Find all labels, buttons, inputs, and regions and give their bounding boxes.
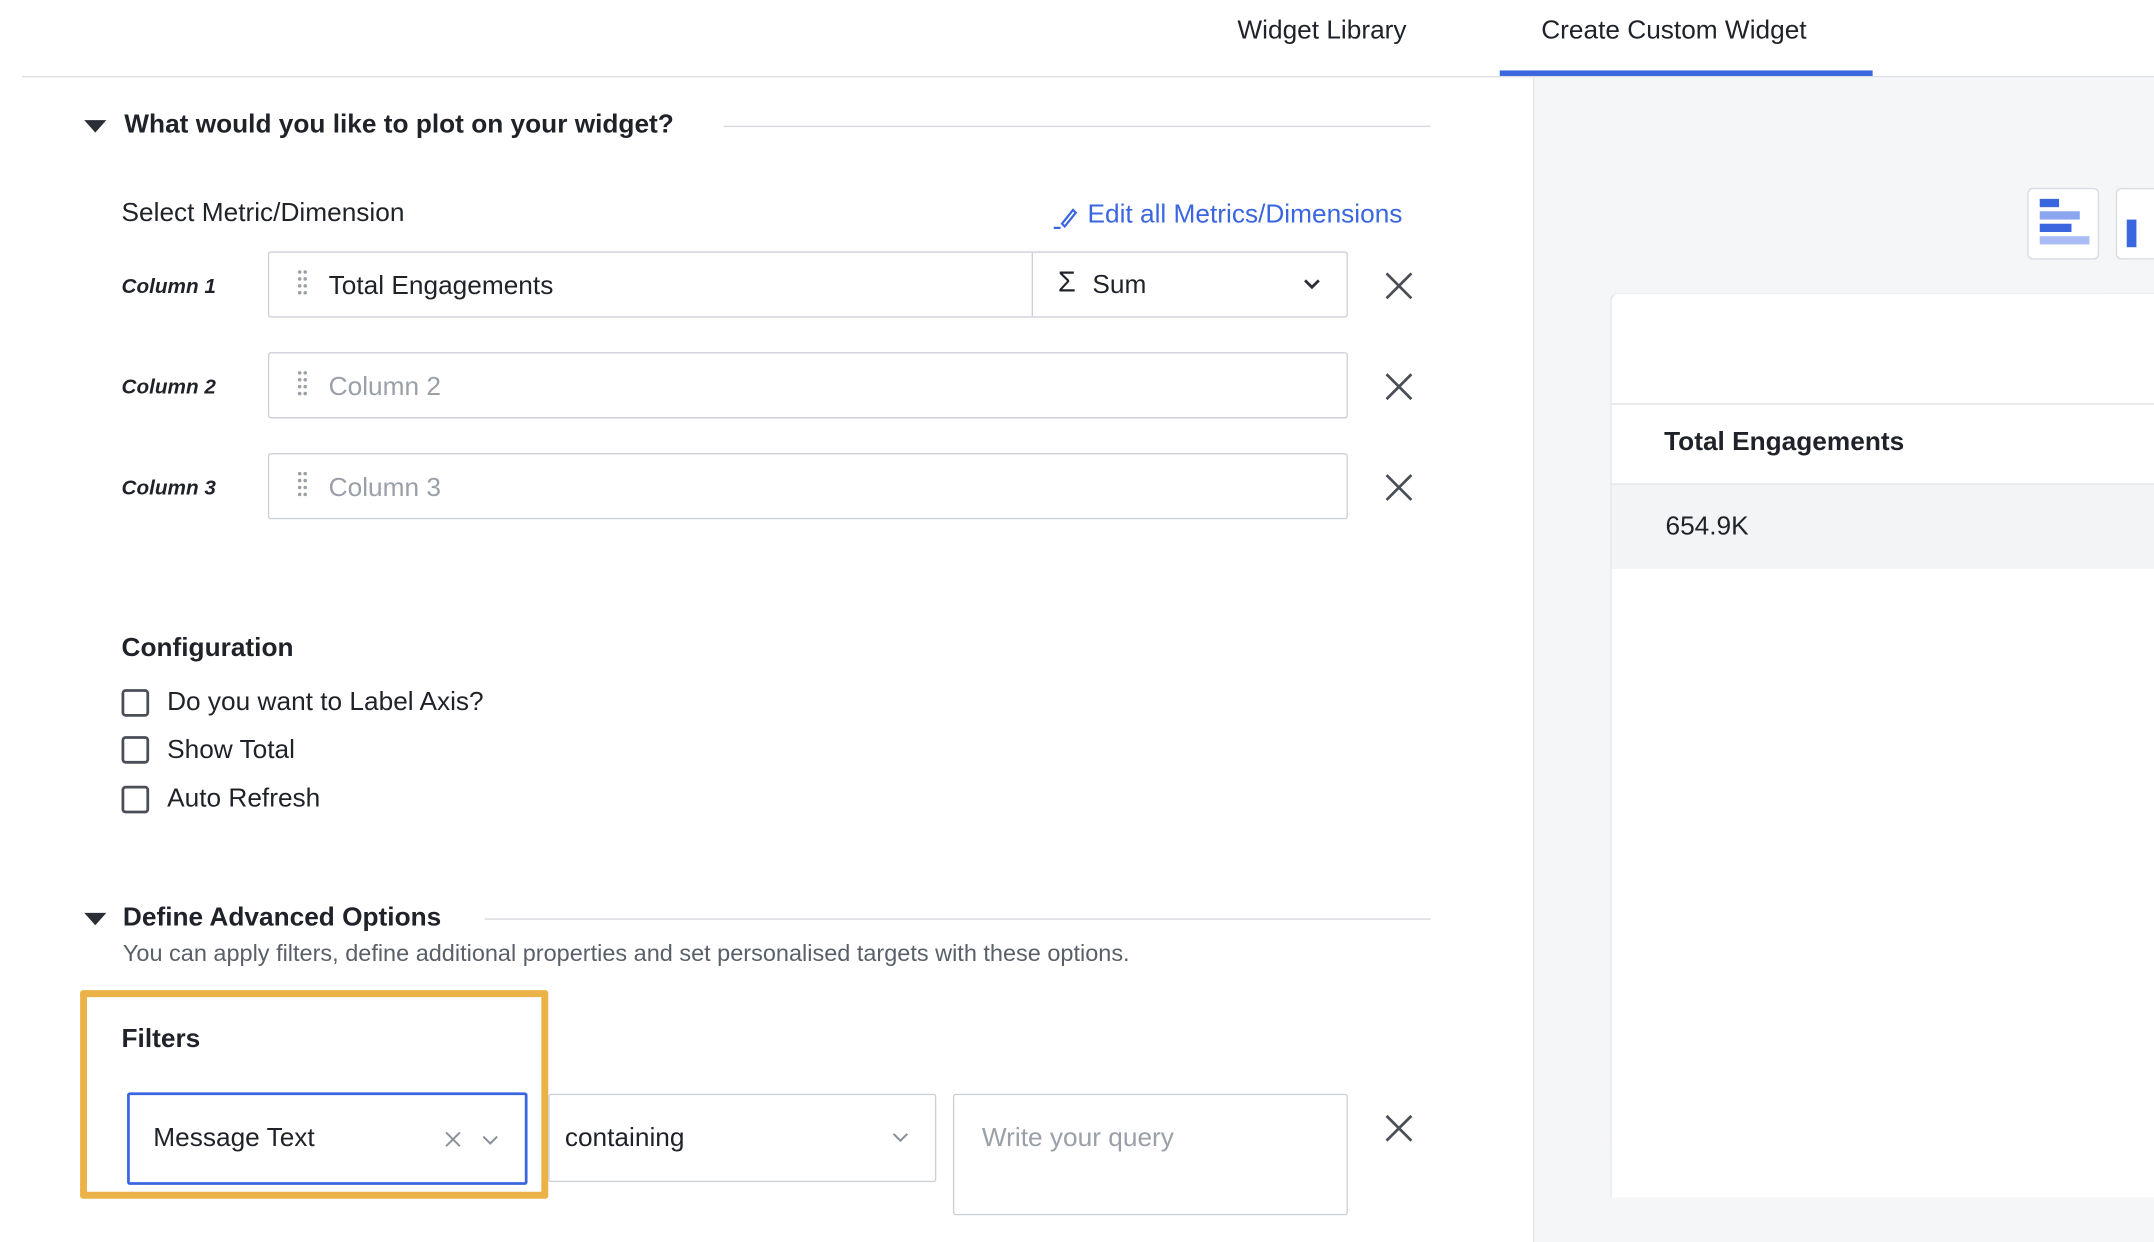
drag-handle-icon[interactable] [297,471,308,501]
edit-metrics-link[interactable]: Edit all Metrics/Dimensions [1051,200,1403,230]
collapse-caret-icon[interactable] [84,120,107,133]
auto-refresh-checkbox[interactable] [121,785,150,814]
column-chart-button[interactable] [2115,187,2154,260]
sigma-icon: Σ [1057,266,1076,299]
plot-section-divider [723,125,1431,128]
remove-column-2-icon[interactable] [1382,370,1415,403]
filter-operator-value: containing [564,1124,685,1154]
collapse-caret-icon[interactable] [84,912,107,926]
active-tab-indicator [1499,70,1873,76]
select-metric-label: Select Metric/Dimension [121,198,405,228]
bar-chart-icon [2039,198,2090,245]
column-3-placeholder: Column 3 [328,473,441,503]
edit-metrics-link-label: Edit all Metrics/Dimensions [1087,200,1403,230]
filters-title: Filters [121,1024,201,1054]
remove-filter-icon[interactable] [1382,1112,1415,1145]
configuration-title: Configuration [121,633,294,663]
show-total-checkbox[interactable] [121,736,150,764]
aggregation-select[interactable]: Σ Sum [1033,253,1346,317]
filter-field-select[interactable]: Message Text [127,1092,528,1185]
column-2-label: Column 2 [121,375,216,400]
query-input[interactable]: Write your query [952,1093,1348,1216]
remove-column-3-icon[interactable] [1382,471,1415,504]
column-1-label: Column 1 [121,274,216,299]
drag-handle-icon[interactable] [297,269,308,299]
filter-operator-select[interactable]: containing [548,1093,937,1183]
preview-value: 654.9K [1665,512,1749,542]
advanced-section-title: Define Advanced Options [122,903,442,933]
column-1-value: Total Engagements [328,272,554,302]
preview-column-header: Total Engagements [1664,428,1905,458]
column-2-field[interactable]: Column 2 [267,352,1348,419]
tab-create-custom-widget[interactable]: Create Custom Widget [1541,17,1806,47]
drag-handle-icon[interactable] [297,370,308,400]
plot-section-title: What would you like to plot on your widg… [124,110,674,140]
column-1-field[interactable]: Total Engagements Σ Sum [267,251,1348,318]
column-2-placeholder: Column 2 [328,372,441,402]
label-axis-label: Do you want to Label Axis? [167,687,484,717]
column-3-label: Column 3 [121,476,216,500]
column-chart-icon [2126,219,2137,248]
chevron-down-icon [892,1133,909,1143]
aggregation-value: Sum [1092,270,1147,300]
bar-chart-button[interactable] [2027,187,2100,260]
show-total-label: Show Total [167,736,295,766]
remove-column-1-icon[interactable] [1382,269,1415,302]
advanced-section-divider [484,918,1431,920]
auto-refresh-label: Auto Refresh [167,784,321,814]
advanced-description: You can apply filters, define additional… [122,940,1130,967]
clear-icon[interactable] [445,1131,462,1148]
tab-widget-library[interactable]: Widget Library [1237,17,1406,47]
chevron-down-icon [1304,279,1320,290]
label-axis-checkbox[interactable] [121,689,150,717]
column-3-field[interactable]: Column 3 [267,452,1348,520]
filter-field-value: Message Text [153,1124,315,1154]
chevron-down-icon [482,1135,498,1145]
card-divider [1611,403,2154,405]
query-placeholder: Write your query [981,1124,1174,1154]
pencil-icon [1053,207,1078,229]
